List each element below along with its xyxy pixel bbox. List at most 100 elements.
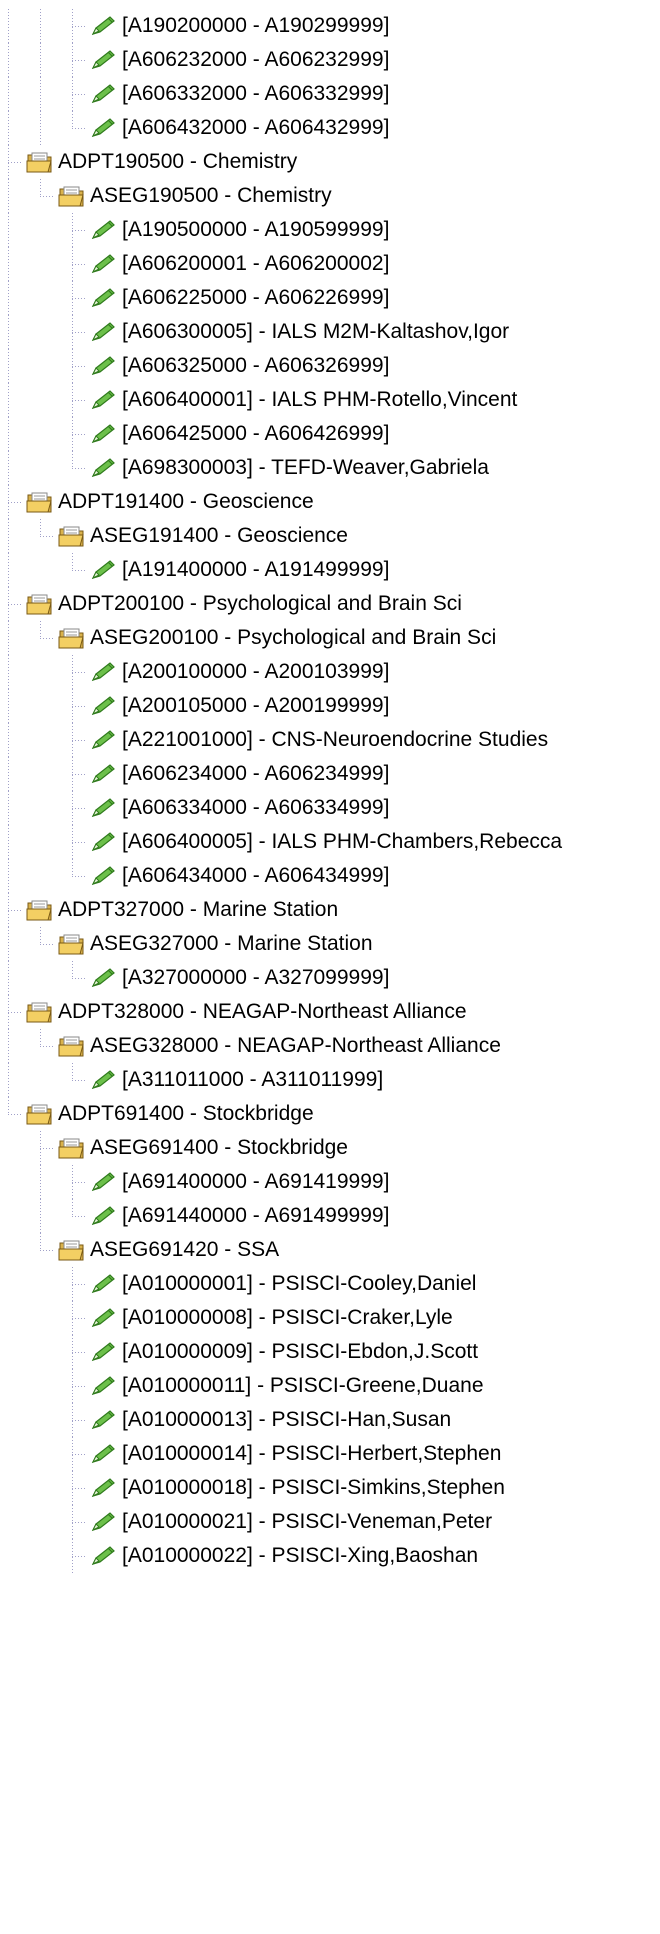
tree-leaf-node[interactable]: [A191400000 - A191499999] — [90, 553, 389, 587]
green-pencil-icon — [90, 456, 118, 480]
tree-node-label: ADPT327000 - Marine Station — [58, 898, 339, 921]
green-pencil-icon — [90, 694, 118, 718]
tree-leaf-node[interactable]: [A606234000 - A606234999] — [90, 757, 389, 791]
open-folder-icon — [58, 1238, 86, 1262]
open-folder-icon — [26, 898, 54, 922]
tree-leaf-node[interactable]: [A010000011] - PSISCI-Greene,Duane — [90, 1369, 484, 1403]
tree-node-label: [A691440000 - A691499999] — [122, 1204, 390, 1227]
tree-leaf-node[interactable]: [A190200000 - A190299999] — [90, 9, 389, 43]
green-pencil-icon — [90, 388, 118, 412]
tree-node-label: [A190500000 - A190599999] — [122, 218, 390, 241]
tree-node-label: [A606325000 - A606326999] — [122, 354, 390, 377]
tree-folder-node[interactable]: ASEG691420 - SSA — [58, 1233, 279, 1267]
tree-leaf-node[interactable]: [A311011000 - A311011999] — [90, 1063, 383, 1097]
tree-node-label: [A606332000 - A606332999] — [122, 82, 390, 105]
open-folder-icon — [26, 490, 54, 514]
green-pencil-icon — [90, 558, 118, 582]
tree-node-label: [A010000022] - PSISCI-Xing,Baoshan — [122, 1544, 479, 1567]
tree-node-label: ASEG191400 - Geoscience — [90, 524, 348, 547]
tree-leaf-node[interactable]: [A190500000 - A190599999] — [90, 213, 389, 247]
tree-node-label: [A010000009] - PSISCI-Ebdon,J.Scott — [122, 1340, 479, 1363]
green-pencil-icon — [90, 1544, 118, 1568]
tree-folder-node[interactable]: ASEG327000 - Marine Station — [58, 927, 373, 961]
tree-node-label: [A606400005] - IALS PHM-Chambers,Rebecca — [122, 830, 563, 853]
tree-folder-node[interactable]: ADPT200100 - Psychological and Brain Sci — [26, 587, 462, 621]
tree-leaf-node[interactable]: [A606434000 - A606434999] — [90, 859, 389, 893]
tree-node-label: [A190200000 - A190299999] — [122, 14, 390, 37]
tree-leaf-node[interactable]: [A606400005] - IALS PHM-Chambers,Rebecca — [90, 825, 562, 859]
tree-folder-node[interactable]: ASEG200100 - Psychological and Brain Sci — [58, 621, 496, 655]
tree-leaf-node[interactable]: [A010000021] - PSISCI-Veneman,Peter — [90, 1505, 492, 1539]
tree-folder-node[interactable]: ADPT190500 - Chemistry — [26, 145, 297, 179]
green-pencil-icon — [90, 1340, 118, 1364]
green-pencil-icon — [90, 1306, 118, 1330]
tree-leaf-node[interactable]: [A010000008] - PSISCI-Craker,Lyle — [90, 1301, 453, 1335]
tree-node-label: [A606234000 - A606234999] — [122, 762, 390, 785]
green-pencil-icon — [90, 14, 118, 38]
tree-node-label: [A010000018] - PSISCI-Simkins,Stephen — [122, 1476, 505, 1499]
green-pencil-icon — [90, 1374, 118, 1398]
tree-leaf-node[interactable]: [A010000018] - PSISCI-Simkins,Stephen — [90, 1471, 505, 1505]
tree-node-label: [A606232000 - A606232999] — [122, 48, 390, 71]
tree-node-label: [A606425000 - A606426999] — [122, 422, 390, 445]
tree-folder-node[interactable]: ASEG191400 - Geoscience — [58, 519, 348, 553]
tree-leaf-node[interactable]: [A010000014] - PSISCI-Herbert,Stephen — [90, 1437, 501, 1471]
green-pencil-icon — [90, 660, 118, 684]
tree-leaf-node[interactable]: [A010000009] - PSISCI-Ebdon,J.Scott — [90, 1335, 478, 1369]
tree-node-label: [A010000001] - PSISCI-Cooley,Daniel — [122, 1272, 477, 1295]
tree-leaf-node[interactable]: [A327000000 - A327099999] — [90, 961, 389, 995]
tree-node-label: [A010000014] - PSISCI-Herbert,Stephen — [122, 1442, 502, 1465]
tree-leaf-node[interactable]: [A691440000 - A691499999] — [90, 1199, 389, 1233]
tree-folder-node[interactable]: ADPT691400 - Stockbridge — [26, 1097, 314, 1131]
tree-leaf-node[interactable]: [A606225000 - A606226999] — [90, 281, 389, 315]
green-pencil-icon — [90, 82, 118, 106]
tree-leaf-node[interactable]: [A010000022] - PSISCI-Xing,Baoshan — [90, 1539, 478, 1573]
tree-leaf-node[interactable]: [A606400001] - IALS PHM-Rotello,Vincent — [90, 383, 517, 417]
tree-leaf-node[interactable]: [A010000013] - PSISCI-Han,Susan — [90, 1403, 451, 1437]
tree-leaf-node[interactable]: [A606200001 - A606200002] — [90, 247, 389, 281]
tree-leaf-node[interactable]: [A200100000 - A200103999] — [90, 655, 389, 689]
green-pencil-icon — [90, 1510, 118, 1534]
tree-leaf-node[interactable]: [A010000001] - PSISCI-Cooley,Daniel — [90, 1267, 476, 1301]
tree-leaf-node[interactable]: [A606334000 - A606334999] — [90, 791, 389, 825]
tree-folder-node[interactable]: ASEG691400 - Stockbridge — [58, 1131, 348, 1165]
green-pencil-icon — [90, 966, 118, 990]
tree-leaf-node[interactable]: [A200105000 - A200199999] — [90, 689, 389, 723]
green-pencil-icon — [90, 218, 118, 242]
tree-node-label: [A327000000 - A327099999] — [122, 966, 390, 989]
tree-leaf-node[interactable]: [A606300005] - IALS M2M-Kaltashov,Igor — [90, 315, 509, 349]
tree-folder-node[interactable]: ASEG190500 - Chemistry — [58, 179, 332, 213]
green-pencil-icon — [90, 354, 118, 378]
tree-leaf-node[interactable]: [A606432000 - A606432999] — [90, 111, 389, 145]
open-folder-icon — [58, 1034, 86, 1058]
green-pencil-icon — [90, 830, 118, 854]
open-folder-icon — [26, 592, 54, 616]
tree-leaf-node[interactable]: [A606325000 - A606326999] — [90, 349, 389, 383]
tree-node-label: [A698300003] - TEFD-Weaver,Gabriela — [122, 456, 489, 479]
tree-leaf-node[interactable]: [A698300003] - TEFD-Weaver,Gabriela — [90, 451, 489, 485]
open-folder-icon — [26, 1000, 54, 1024]
tree-node-label: ADPT191400 - Geoscience — [58, 490, 314, 513]
open-folder-icon — [26, 150, 54, 174]
green-pencil-icon — [90, 286, 118, 310]
tree-leaf-node[interactable]: [A606332000 - A606332999] — [90, 77, 389, 111]
tree-leaf-node[interactable]: [A691400000 - A691419999] — [90, 1165, 389, 1199]
tree-node-label: ASEG691400 - Stockbridge — [90, 1136, 348, 1159]
tree-folder-node[interactable]: ADPT328000 - NEAGAP-Northeast Alliance — [26, 995, 467, 1029]
tree-node-label: [A606300005] - IALS M2M-Kaltashov,Igor — [122, 320, 510, 343]
tree-leaf-node[interactable]: [A221001000] - CNS-Neuroendocrine Studie… — [90, 723, 548, 757]
tree-node-label: [A606434000 - A606434999] — [122, 864, 390, 887]
tree-folder-node[interactable]: ASEG328000 - NEAGAP-Northeast Alliance — [58, 1029, 501, 1063]
tree-folder-node[interactable]: ADPT327000 - Marine Station — [26, 893, 338, 927]
tree-node-label: ASEG190500 - Chemistry — [90, 184, 332, 207]
tree-leaf-node[interactable]: [A606232000 - A606232999] — [90, 43, 389, 77]
tree-node-label: ASEG691420 - SSA — [90, 1238, 280, 1261]
tree-folder-node[interactable]: ADPT191400 - Geoscience — [26, 485, 314, 519]
tree-node-label: ASEG327000 - Marine Station — [90, 932, 373, 955]
open-folder-icon — [58, 184, 86, 208]
open-folder-icon — [58, 524, 86, 548]
tree-node-label: [A010000021] - PSISCI-Veneman,Peter — [122, 1510, 493, 1533]
tree-node-label: [A200105000 - A200199999] — [122, 694, 390, 717]
tree-leaf-node[interactable]: [A606425000 - A606426999] — [90, 417, 389, 451]
tree-node-label: ADPT200100 - Psychological and Brain Sci — [58, 592, 462, 615]
